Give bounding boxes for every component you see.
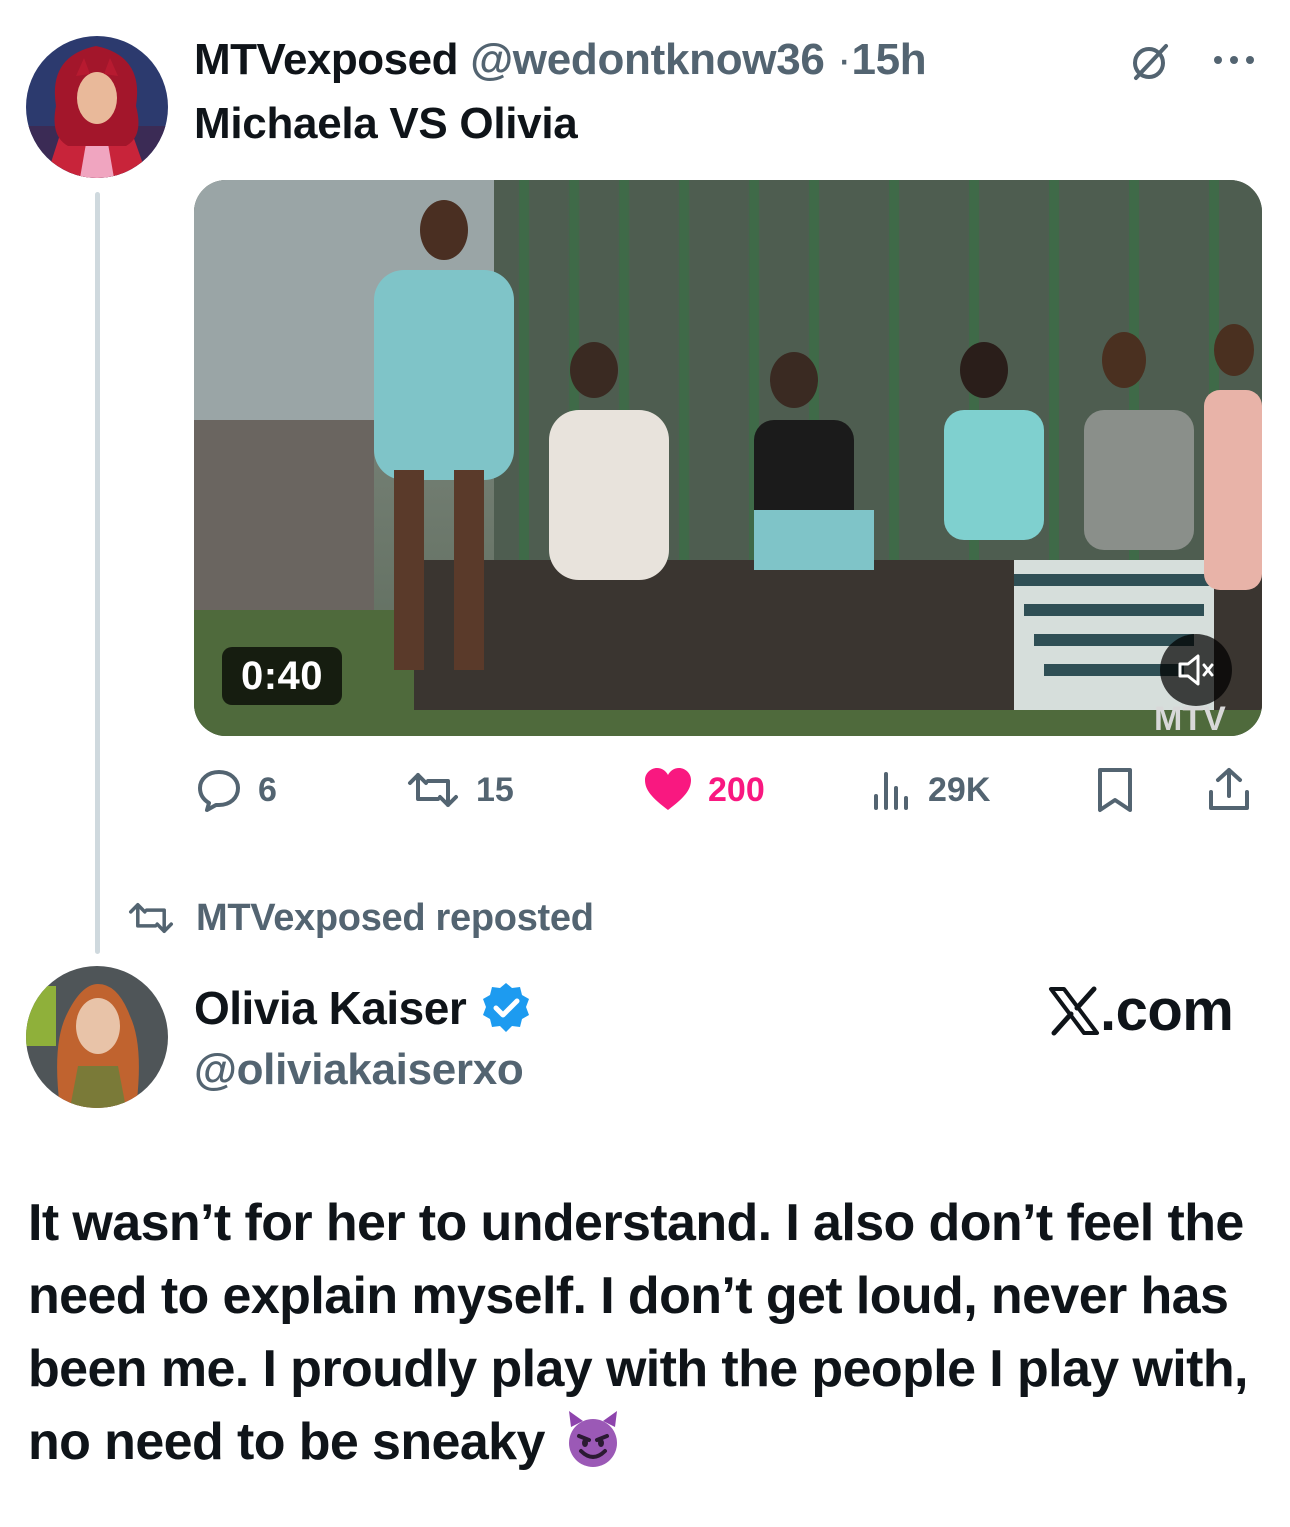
views-count: 29K [928,770,991,809]
avatar-mtvexposed[interactable] [26,36,168,178]
grok-icon[interactable] [1128,40,1172,84]
like-count: 200 [708,770,765,809]
smiling-devil-emoji-icon [568,1411,617,1467]
post1-handle[interactable]: @wedontknow36 [470,35,825,84]
video-duration-badge: 0:40 [222,647,342,705]
post1-video[interactable]: MTV [194,180,1262,736]
bookmark-icon [1098,768,1132,812]
post2-text: It wasn’t for her to understand. I also … [28,1187,1268,1479]
post1-header: MTVexposed @wedontknow36 ·15h [194,32,927,88]
views-button[interactable]: 29K [870,762,990,818]
thread-line [95,192,100,954]
bookmark-button[interactable] [1094,762,1136,818]
share-button[interactable] [1206,762,1252,818]
share-icon [1209,768,1249,810]
repost-context[interactable]: MTVexposed reposted [124,890,594,946]
post2-text-content: It wasn’t for her to understand. I also … [28,1194,1248,1471]
repost-button[interactable]: 15 [404,762,514,818]
views-icon [874,772,908,810]
repost-count: 15 [476,770,514,809]
post1-time[interactable]: 15h [851,35,926,84]
like-button[interactable]: 200 [642,762,765,818]
source-x-com: .com [1048,978,1234,1044]
more-icon[interactable] [1208,40,1260,80]
mute-icon[interactable] [1160,634,1232,706]
post2-name-row: Olivia Kaiser [194,980,534,1036]
x-logo-icon [1049,986,1099,1036]
heart-icon [645,768,691,810]
repost-context-label: MTVexposed reposted [196,896,594,939]
post2-handle[interactable]: @oliviakaiserxo [194,1042,524,1098]
post2-display-name[interactable]: Olivia Kaiser [194,980,467,1036]
reply-count: 6 [258,770,277,809]
repost-icon [408,773,458,807]
post1-text: Michaela VS Olivia [194,99,578,148]
repost-icon [129,903,173,933]
reply-icon [198,770,240,812]
post1-display-name[interactable]: MTVexposed [194,35,458,84]
avatar-olivia-kaiser[interactable] [26,966,168,1108]
post1-dot: · [836,35,852,84]
reply-button[interactable]: 6 [194,762,277,818]
verified-badge-icon[interactable] [478,980,534,1036]
source-domain-text: .com [1100,978,1234,1043]
